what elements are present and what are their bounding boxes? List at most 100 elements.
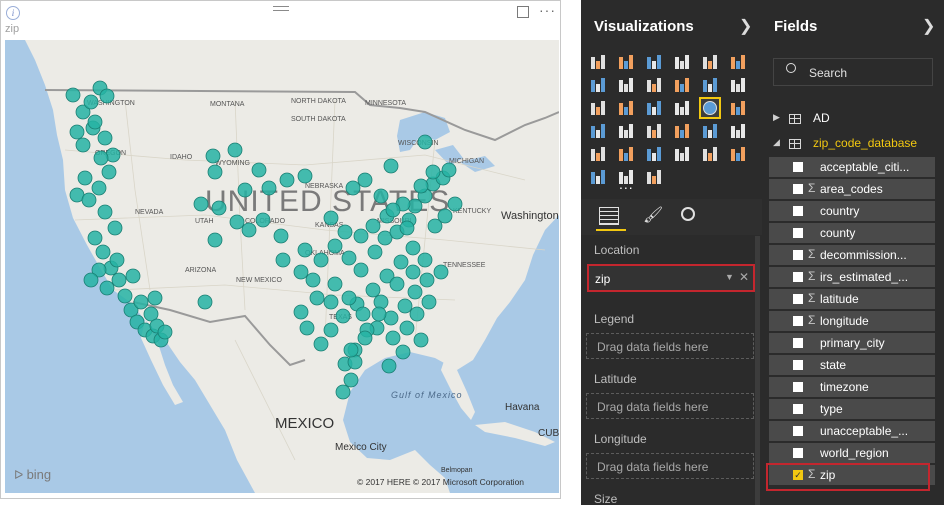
zip-bubble[interactable]	[237, 182, 253, 198]
zip-bubble[interactable]	[385, 202, 401, 218]
gauge-icon[interactable]	[701, 122, 719, 140]
remove-field-icon[interactable]: ✕	[739, 270, 749, 284]
field-item-decommission[interactable]: Σdecommission...	[769, 245, 935, 265]
zip-bubble[interactable]	[251, 162, 267, 178]
zip-bubble[interactable]	[309, 290, 325, 306]
zip-bubble[interactable]	[447, 196, 463, 212]
zip-bubble[interactable]	[409, 306, 425, 322]
legend-drop-zone[interactable]: Drag data fields here	[586, 333, 754, 359]
zip-bubble[interactable]	[83, 272, 99, 288]
table-icon[interactable]	[729, 99, 747, 117]
treemap-icon[interactable]	[617, 122, 635, 140]
field-item-area-codes[interactable]: Σarea_codes	[769, 179, 935, 199]
zip-bubble[interactable]	[297, 242, 313, 258]
zip-bubble[interactable]	[227, 142, 243, 158]
zip-bubble[interactable]	[343, 342, 359, 358]
zip-bubble[interactable]	[261, 180, 277, 196]
zip-bubble[interactable]	[419, 272, 435, 288]
zip-bubble[interactable]	[413, 178, 429, 194]
more-options-icon[interactable]: ···	[539, 2, 556, 18]
field-item-acceptable-citi[interactable]: acceptable_citi...	[769, 157, 935, 177]
field-checkbox[interactable]	[793, 250, 803, 260]
pie-icon[interactable]	[645, 99, 663, 117]
kpi-icon[interactable]	[617, 145, 635, 163]
clustered-bar-icon[interactable]	[645, 53, 663, 71]
zip-bubble[interactable]	[313, 336, 329, 352]
zip-bubble[interactable]	[99, 280, 115, 296]
zip-bubble[interactable]	[117, 288, 133, 304]
zip-bubble[interactable]	[125, 268, 141, 284]
scatter-icon[interactable]	[617, 99, 635, 117]
zip-bubble[interactable]	[87, 230, 103, 246]
zip-bubble[interactable]	[357, 330, 373, 346]
zip-bubble[interactable]	[279, 172, 295, 188]
card-icon[interactable]	[589, 145, 607, 163]
zip-bubble[interactable]	[413, 332, 429, 348]
field-checkbox[interactable]	[793, 382, 803, 392]
field-checkbox[interactable]	[793, 404, 803, 414]
zip-bubble[interactable]	[313, 252, 329, 268]
globe-icon[interactable]	[645, 168, 663, 186]
field-item-county[interactable]: county	[769, 223, 935, 243]
wells-scrollbar[interactable]	[755, 236, 760, 505]
zip-bubble[interactable]	[69, 124, 85, 140]
zip-bubble[interactable]	[293, 304, 309, 320]
100-column-icon[interactable]	[729, 53, 747, 71]
field-checkbox[interactable]	[793, 338, 803, 348]
zip-bubble[interactable]	[355, 306, 371, 322]
zip-bubble[interactable]	[241, 222, 257, 238]
map-icon[interactable]	[699, 97, 721, 119]
zip-bubble[interactable]	[323, 322, 339, 338]
zip-bubble[interactable]	[133, 294, 149, 310]
donut2-icon[interactable]	[673, 145, 691, 163]
line-clustered-icon[interactable]	[701, 76, 719, 94]
info-icon[interactable]: i	[6, 6, 20, 20]
line-column-icon[interactable]	[673, 76, 691, 94]
drag-grip-icon[interactable]	[273, 6, 289, 14]
table-name-zip-code-database[interactable]: zip_code_database	[813, 136, 917, 150]
zip-bubble[interactable]	[341, 250, 357, 266]
zip-bubble[interactable]	[97, 130, 113, 146]
zip-bubble[interactable]	[425, 164, 441, 180]
zip-bubble[interactable]	[417, 134, 433, 150]
field-checkbox[interactable]	[793, 448, 803, 458]
zip-bubble[interactable]	[343, 372, 359, 388]
field-checkbox[interactable]	[793, 228, 803, 238]
zip-bubble[interactable]	[397, 298, 413, 314]
field-item-country[interactable]: country	[769, 201, 935, 221]
slicer-icon[interactable]	[645, 145, 663, 163]
zip-bubble[interactable]	[323, 210, 339, 226]
search-input[interactable]: Search	[773, 58, 933, 86]
field-item-type[interactable]: type	[769, 399, 935, 419]
zip-bubble[interactable]	[293, 264, 309, 280]
zip-bubble[interactable]	[147, 290, 163, 306]
zip-bubble[interactable]	[433, 264, 449, 280]
zip-bubble[interactable]	[371, 306, 387, 322]
zip-bubble[interactable]	[299, 320, 315, 336]
zip-bubble[interactable]	[399, 220, 415, 236]
field-item-longitude[interactable]: Σlongitude	[769, 311, 935, 331]
zip-bubble[interactable]	[157, 324, 173, 340]
clustered-column-icon[interactable]	[673, 53, 691, 71]
zip-bubble[interactable]	[255, 212, 271, 228]
zip-bubble[interactable]	[111, 272, 127, 288]
matrix-icon[interactable]	[589, 122, 607, 140]
waterfall-icon[interactable]	[589, 99, 607, 117]
r-icon[interactable]	[701, 145, 719, 163]
zip-bubble[interactable]	[341, 290, 357, 306]
grid-icon[interactable]	[589, 168, 607, 186]
expand-ad-icon[interactable]: ▶	[773, 112, 780, 123]
zip-bubble[interactable]	[95, 244, 111, 260]
zip-bubble[interactable]	[365, 218, 381, 234]
zip-bubble[interactable]	[207, 164, 223, 180]
ribbon-icon[interactable]	[729, 76, 747, 94]
collapse-zip-table-icon[interactable]: ◢	[773, 137, 780, 148]
zip-bubble[interactable]	[93, 150, 109, 166]
field-item-unacceptable[interactable]: unacceptable_...	[769, 421, 935, 441]
100-bar-icon[interactable]	[701, 53, 719, 71]
stacked-column-icon[interactable]	[617, 53, 635, 71]
zip-bubble[interactable]	[441, 162, 457, 178]
field-checkbox[interactable]	[793, 162, 803, 172]
zip-bubble[interactable]	[345, 180, 361, 196]
zip-bubble[interactable]	[229, 214, 245, 230]
